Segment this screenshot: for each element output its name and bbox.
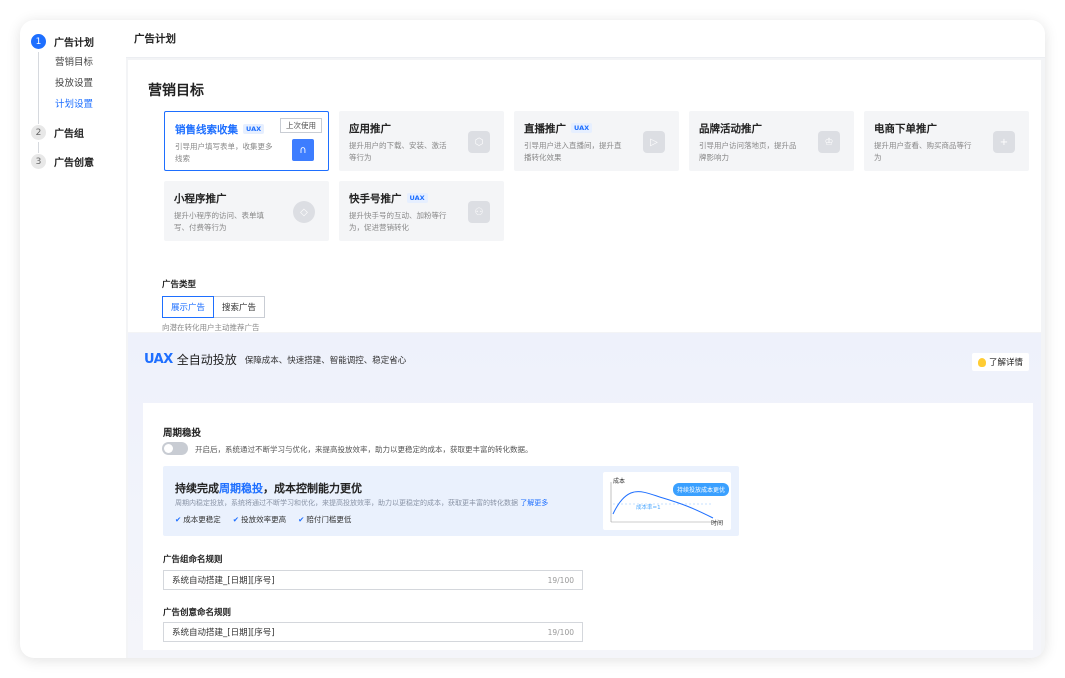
step-connector — [38, 142, 39, 153]
chart-cost-eq: 成本率=1 — [636, 505, 661, 511]
learn-more-label: 了解详情 — [988, 358, 1023, 368]
bulb-icon — [977, 357, 986, 367]
learn-more-button[interactable]: 了解详情 — [971, 353, 1029, 371]
step-connector — [38, 52, 39, 124]
promo-benefits: ✔ 成本更稳定 ✔ 投放效率更高 ✔ 赔付门槛更低 — [175, 514, 363, 525]
goal-card-kuaishou-account[interactable]: 快手号推广 UAX 提升快手号的互动、加粉等行为，促进营销转化 ⚇ — [339, 181, 504, 241]
benefit-item: ✔ 赔付门槛更低 — [298, 515, 352, 524]
ad-type-display-option[interactable]: 展示广告 — [162, 296, 215, 318]
step-number: 2 — [31, 125, 46, 140]
step-ad-group[interactable]: 2 广告组 — [31, 125, 84, 140]
last-used-badge: 上次使用 — [280, 118, 322, 133]
sidebar-item-marketing-goal[interactable]: 营销目标 — [55, 54, 93, 68]
goal-card-live-promotion[interactable]: 直播推广 UAX 引导用户进入直播间，提升直播转化效果 ▷ — [514, 111, 679, 171]
card-desc: 引导用户填写表单，收集更多线索 — [175, 142, 273, 163]
group-naming-input[interactable]: 系统自动搭建_[日期][序号] 19/100 — [163, 570, 583, 590]
creative-naming-label: 广告创意命名规则 — [163, 608, 232, 618]
card-desc: 提升小程序的访问、表单填写、付费等行为 — [174, 211, 264, 232]
card-title: 品牌活动推广 — [699, 122, 762, 135]
step-number: 1 — [31, 34, 46, 49]
card-desc: 提升用户的下载、安装、激活等行为 — [349, 141, 447, 162]
goal-card-app-promotion[interactable]: 应用推广 提升用户的下载、安装、激活等行为 ⬡ — [339, 111, 504, 171]
uax-header: UAX 全自动投放 保障成本、快速搭建、智能调控、稳定省心 — [144, 351, 406, 368]
sidebar-item-plan-settings[interactable]: 计划设置 — [55, 96, 93, 110]
chart-pill: 持续投放成本更优 — [673, 483, 730, 496]
goal-card-ecommerce[interactable]: 电商下单推广 提升用户查看、购买商品等行为 + — [864, 111, 1029, 171]
input-value: 系统自动搭建_[日期][序号] — [172, 628, 275, 638]
card-desc: 提升用户查看、购买商品等行为 — [874, 141, 972, 162]
crown-icon: ♔ — [818, 131, 840, 153]
check-icon: ✔ — [232, 515, 240, 524]
card-title: 小程序推广 — [174, 192, 227, 205]
ad-type-label: 广告类型 — [162, 280, 197, 290]
uax-tag: UAX — [406, 193, 428, 203]
uax-settings-card: 周期稳投 开启后，系统通过不断学习与优化，来提高投放效率，助力以更稳定的成本，获… — [143, 403, 1033, 650]
group-naming-label: 广告组命名规则 — [163, 555, 223, 565]
step-sidebar: 1 广告计划 营销目标 投放设置 计划设置 2 广告组 3 广告创意 — [20, 20, 126, 658]
check-icon: ✔ — [175, 515, 182, 524]
goal-card-mini-program[interactable]: 小程序推广 提升小程序的访问、表单填写、付费等行为 ◇ — [164, 181, 329, 241]
promo-title: 持续完成周期稳投，成本控制能力更优 — [175, 482, 362, 495]
goal-card-brand-activity[interactable]: 品牌活动推广 引导用户访问落地页，提升品牌影响力 ♔ — [689, 111, 854, 171]
app-window: 1 广告计划 营销目标 投放设置 计划设置 2 广告组 3 广告创意 广告计划 … — [20, 20, 1045, 658]
card-title: 电商下单推广 — [874, 122, 937, 135]
input-value: 系统自动搭建_[日期][序号] — [172, 576, 275, 586]
chart-time-label: 时间 — [711, 520, 724, 527]
step-number: 3 — [31, 154, 46, 169]
card-title: 销售线索收集 — [175, 123, 238, 136]
section-title: 营销目标 — [148, 83, 204, 99]
sidebar-item-delivery-settings[interactable]: 投放设置 — [55, 75, 93, 89]
check-icon: ✔ — [298, 515, 305, 524]
promo-banner: 持续完成周期稳投，成本控制能力更优 周期内稳定投放，系统将通过不断学习和优化，来… — [163, 466, 739, 536]
uax-name: 全自动投放 — [176, 353, 237, 367]
cycle-toggle[interactable] — [162, 442, 188, 455]
benefit-item: ✔ 成本更稳定 — [175, 515, 221, 524]
cart-icon: + — [993, 131, 1015, 153]
cost-illustration: 成本 持续投放成本更优 成本率=1 时间 — [603, 472, 731, 530]
cube-icon: ⬡ — [468, 131, 490, 153]
miniapp-icon: ◇ — [293, 201, 315, 223]
char-count: 19/100 — [547, 627, 574, 637]
play-icon: ▷ — [643, 131, 665, 153]
uax-tag: UAX — [243, 124, 265, 134]
card-title: 应用推广 — [349, 122, 391, 135]
uax-panel: UAX 全自动投放 保障成本、快速搭建、智能调控、稳定省心 了解详情 周期稳投 … — [128, 333, 1041, 658]
promo-link[interactable]: 了解更多 — [520, 499, 548, 507]
ad-type-hint: 向潜在转化用户主动推荐广告 — [162, 323, 260, 332]
toggle-desc: 开启后，系统通过不断学习与优化，来提高投放效率，助力以更稳定的成本，获取更丰富的… — [195, 445, 533, 454]
step-label: 广告组 — [54, 129, 84, 140]
ad-type-search-option[interactable]: 搜索广告 — [214, 296, 266, 318]
card-desc: 引导用户访问落地页，提升品牌影响力 — [699, 141, 797, 162]
card-title: 直播推广 — [524, 122, 566, 135]
benefit-item: ✔ 投放效率更高 — [232, 515, 287, 524]
step-ad-plan[interactable]: 1 广告计划 — [31, 34, 94, 49]
page-title: 广告计划 — [126, 20, 1045, 58]
user-icon: ⚇ — [468, 201, 490, 223]
form-icon: ∩ — [292, 139, 314, 161]
promo-desc: 周期内稳定投放，系统将通过不断学习和优化，来提高投放效率，助力以更稳定的成本，获… — [175, 499, 549, 507]
creative-naming-input[interactable]: 系统自动搭建_[日期][序号] 19/100 — [163, 622, 583, 642]
step-label: 广告计划 — [54, 38, 94, 49]
marketing-goal-panel: 营销目标 销售线索收集 UAX 引导用户填写表单，收集更多线索 上次使用 ∩ 应用… — [128, 60, 1041, 332]
card-desc: 引导用户进入直播间，提升直播转化效果 — [524, 141, 622, 162]
toggle-knob — [164, 444, 173, 453]
char-count: 19/100 — [547, 575, 574, 585]
uax-tag: UAX — [571, 123, 593, 133]
chart-cost-label: 成本 — [613, 478, 626, 485]
step-ad-creative[interactable]: 3 广告创意 — [31, 154, 94, 169]
card-desc: 提升快手号的互动、加粉等行为，促进营销转化 — [349, 211, 447, 232]
card-title: 快手号推广 — [349, 192, 402, 205]
uax-logo: UAX — [144, 352, 173, 367]
step-label: 广告创意 — [54, 158, 94, 169]
goal-card-lead-collection[interactable]: 销售线索收集 UAX 引导用户填写表单，收集更多线索 上次使用 ∩ — [164, 111, 329, 171]
ad-type-selector: 展示广告 搜索广告 — [162, 296, 266, 318]
uax-slogan: 保障成本、快速搭建、智能调控、稳定省心 — [244, 355, 407, 366]
cycle-title: 周期稳投 — [163, 428, 202, 439]
